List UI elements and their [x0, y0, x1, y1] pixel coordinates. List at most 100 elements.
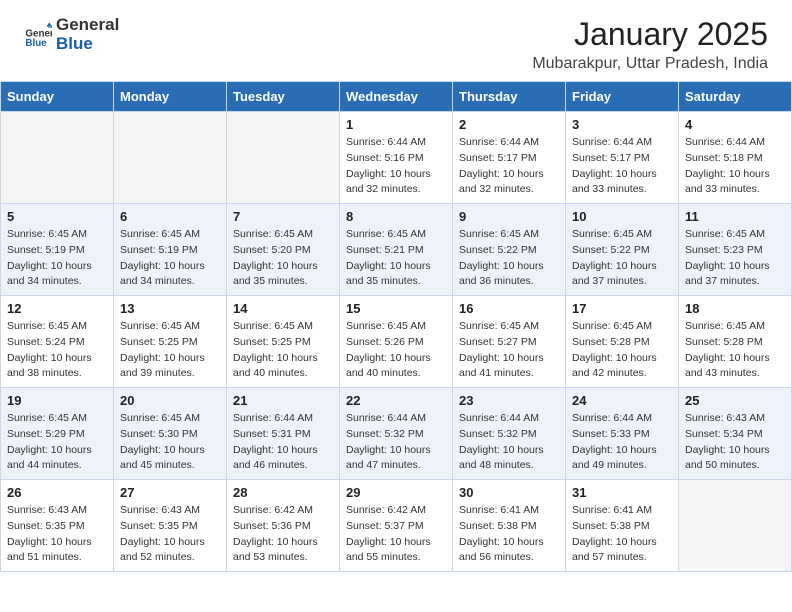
day-number: 9: [459, 209, 559, 224]
table-row: 25 Sunrise: 6:43 AMSunset: 5:34 PMDayligh…: [679, 388, 792, 480]
table-row: 3Sunrise: 6:44 AMSunset: 5:17 PMDaylight…: [566, 112, 679, 204]
day-number: 1: [346, 117, 446, 132]
day-info: Sunrise: 6:45 AMSunset: 5:19 PMDaylight:…: [120, 227, 220, 290]
svg-text:Blue: Blue: [25, 38, 47, 49]
day-number: 28: [233, 485, 333, 500]
table-row: 6 Sunrise: 6:45 AMSunset: 5:19 PMDaylight…: [114, 204, 227, 296]
calendar-week-row: 12 Sunrise: 6:45 AMSunset: 5:24 PMDayligh…: [1, 296, 792, 388]
day-info: Sunrise: 6:42 AMSunset: 5:37 PMDaylight:…: [346, 503, 446, 566]
day-info: Sunrise: 6:43 AMSunset: 5:34 PMDaylight:…: [685, 411, 785, 474]
table-row: 4 Sunrise: 6:44 AMSunset: 5:18 PMDaylight…: [679, 112, 792, 204]
calendar-table: Sunday Monday Tuesday Wednesday Thursday…: [0, 81, 792, 572]
day-number: 6: [120, 209, 220, 224]
table-row: [227, 112, 340, 204]
table-row: 10Sunrise: 6:45 AMSunset: 5:22 PMDayligh…: [566, 204, 679, 296]
day-info: Sunrise: 6:44 AMSunset: 5:17 PMDaylight:…: [459, 135, 559, 198]
day-info: Sunrise: 6:44 AMSunset: 5:17 PMDaylight:…: [572, 135, 672, 198]
day-number: 15: [346, 301, 446, 316]
day-number: 25: [685, 393, 785, 408]
day-number: 5: [7, 209, 107, 224]
logo-text: General Blue: [56, 16, 119, 53]
title-block: January 2025 Mubarakpur, Uttar Pradesh, …: [532, 16, 768, 73]
day-number: 14: [233, 301, 333, 316]
logo-general: General: [56, 15, 119, 34]
day-number: 4: [685, 117, 785, 132]
day-number: 27: [120, 485, 220, 500]
day-info: Sunrise: 6:45 AMSunset: 5:23 PMDaylight:…: [685, 227, 785, 290]
day-number: 17: [572, 301, 672, 316]
day-number: 2: [459, 117, 559, 132]
day-number: 11: [685, 209, 785, 224]
table-row: 18Sunrise: 6:45 AMSunset: 5:28 PMDayligh…: [679, 296, 792, 388]
header-thursday: Thursday: [453, 82, 566, 112]
day-info: Sunrise: 6:45 AMSunset: 5:30 PMDaylight:…: [120, 411, 220, 474]
day-number: 7: [233, 209, 333, 224]
day-number: 19: [7, 393, 107, 408]
day-number: 24: [572, 393, 672, 408]
day-info: Sunrise: 6:44 AMSunset: 5:31 PMDaylight:…: [233, 411, 333, 474]
table-row: 8 Sunrise: 6:45 AMSunset: 5:21 PMDaylight…: [340, 204, 453, 296]
table-row: 29 Sunrise: 6:42 AMSunset: 5:37 PMDayligh…: [340, 480, 453, 572]
month-title: January 2025: [532, 16, 768, 53]
table-row: [1, 112, 114, 204]
logo-blue: Blue: [56, 34, 93, 53]
day-number: 30: [459, 485, 559, 500]
table-row: [679, 480, 792, 572]
table-row: 11 Sunrise: 6:45 AMSunset: 5:23 PMDayligh…: [679, 204, 792, 296]
day-number: 10: [572, 209, 672, 224]
day-number: 29: [346, 485, 446, 500]
day-number: 22: [346, 393, 446, 408]
calendar-week-row: 26 Sunrise: 6:43 AMSunset: 5:35 PMDayligh…: [1, 480, 792, 572]
table-row: 24 Sunrise: 6:44 AMSunset: 5:33 PMDayligh…: [566, 388, 679, 480]
table-row: 5 Sunrise: 6:45 AMSunset: 5:19 PMDaylight…: [1, 204, 114, 296]
day-info: Sunrise: 6:45 AMSunset: 5:29 PMDaylight:…: [7, 411, 107, 474]
table-row: 15 Sunrise: 6:45 AMSunset: 5:26 PMDayligh…: [340, 296, 453, 388]
day-info: Sunrise: 6:45 AMSunset: 5:22 PMDaylight:…: [459, 227, 559, 290]
day-info: Sunrise: 6:44 AMSunset: 5:33 PMDaylight:…: [572, 411, 672, 474]
logo: General Blue General Blue: [24, 16, 119, 53]
header-saturday: Saturday: [679, 82, 792, 112]
day-info: Sunrise: 6:44 AMSunset: 5:32 PMDaylight:…: [459, 411, 559, 474]
day-number: 12: [7, 301, 107, 316]
header-sunday: Sunday: [1, 82, 114, 112]
day-number: 31: [572, 485, 672, 500]
table-row: 14 Sunrise: 6:45 AMSunset: 5:25 PMDayligh…: [227, 296, 340, 388]
calendar-week-row: 19 Sunrise: 6:45 AMSunset: 5:29 PMDayligh…: [1, 388, 792, 480]
day-number: 23: [459, 393, 559, 408]
location-title: Mubarakpur, Uttar Pradesh, India: [532, 55, 768, 73]
header-tuesday: Tuesday: [227, 82, 340, 112]
header-monday: Monday: [114, 82, 227, 112]
table-row: 1 Sunrise: 6:44 AMSunset: 5:16 PMDaylight…: [340, 112, 453, 204]
table-row: 31Sunrise: 6:41 AMSunset: 5:38 PMDayligh…: [566, 480, 679, 572]
table-row: 17 Sunrise: 6:45 AMSunset: 5:28 PMDayligh…: [566, 296, 679, 388]
table-row: 2 Sunrise: 6:44 AMSunset: 5:17 PMDaylight…: [453, 112, 566, 204]
day-info: Sunrise: 6:42 AMSunset: 5:36 PMDaylight:…: [233, 503, 333, 566]
day-info: Sunrise: 6:45 AMSunset: 5:20 PMDaylight:…: [233, 227, 333, 290]
day-info: Sunrise: 6:45 AMSunset: 5:24 PMDaylight:…: [7, 319, 107, 382]
day-info: Sunrise: 6:45 AMSunset: 5:25 PMDaylight:…: [233, 319, 333, 382]
day-number: 13: [120, 301, 220, 316]
day-number: 8: [346, 209, 446, 224]
table-row: 20Sunrise: 6:45 AMSunset: 5:30 PMDayligh…: [114, 388, 227, 480]
day-info: Sunrise: 6:44 AMSunset: 5:16 PMDaylight:…: [346, 135, 446, 198]
table-row: 19 Sunrise: 6:45 AMSunset: 5:29 PMDayligh…: [1, 388, 114, 480]
day-number: 16: [459, 301, 559, 316]
day-info: Sunrise: 6:45 AMSunset: 5:19 PMDaylight:…: [7, 227, 107, 290]
day-info: Sunrise: 6:45 AMSunset: 5:28 PMDaylight:…: [572, 319, 672, 382]
day-info: Sunrise: 6:43 AMSunset: 5:35 PMDaylight:…: [7, 503, 107, 566]
table-row: 23 Sunrise: 6:44 AMSunset: 5:32 PMDayligh…: [453, 388, 566, 480]
day-number: 18: [685, 301, 785, 316]
day-info: Sunrise: 6:44 AMSunset: 5:32 PMDaylight:…: [346, 411, 446, 474]
table-row: 28 Sunrise: 6:42 AMSunset: 5:36 PMDayligh…: [227, 480, 340, 572]
day-info: Sunrise: 6:44 AMSunset: 5:18 PMDaylight:…: [685, 135, 785, 198]
day-info: Sunrise: 6:43 AMSunset: 5:35 PMDaylight:…: [120, 503, 220, 566]
day-info: Sunrise: 6:45 AMSunset: 5:21 PMDaylight:…: [346, 227, 446, 290]
day-number: 26: [7, 485, 107, 500]
calendar-week-row: 5 Sunrise: 6:45 AMSunset: 5:19 PMDaylight…: [1, 204, 792, 296]
header-wednesday: Wednesday: [340, 82, 453, 112]
table-row: 21Sunrise: 6:44 AMSunset: 5:31 PMDayligh…: [227, 388, 340, 480]
calendar-header-row: Sunday Monday Tuesday Wednesday Thursday…: [1, 82, 792, 112]
day-info: Sunrise: 6:45 AMSunset: 5:26 PMDaylight:…: [346, 319, 446, 382]
table-row: 9 Sunrise: 6:45 AMSunset: 5:22 PMDaylight…: [453, 204, 566, 296]
day-info: Sunrise: 6:41 AMSunset: 5:38 PMDaylight:…: [459, 503, 559, 566]
